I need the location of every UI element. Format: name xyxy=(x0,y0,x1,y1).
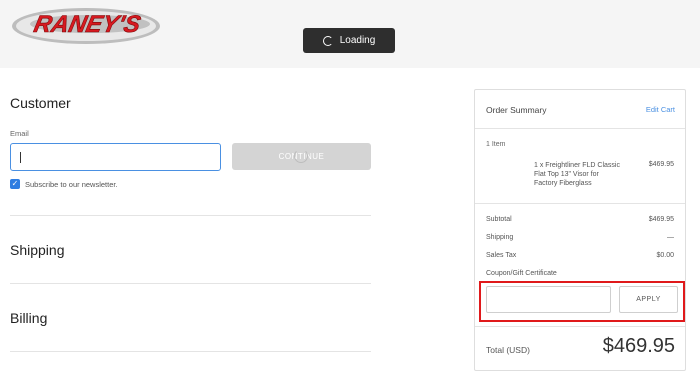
continue-button[interactable]: CONTINUE xyxy=(232,143,371,170)
item-line: 1 x Freightliner FLD Classic xyxy=(534,162,620,169)
section-divider xyxy=(10,215,371,216)
items-count: 1 Item xyxy=(486,141,506,148)
sales-tax-value: $0.00 xyxy=(656,252,674,259)
newsletter-option[interactable]: ✓ Subscribe to our newsletter. xyxy=(10,179,118,189)
loading-spinner-icon xyxy=(294,149,308,163)
header: RANEY'S Loading xyxy=(0,0,700,68)
shipping-title[interactable]: Shipping xyxy=(10,242,65,258)
order-summary: Order Summary Edit Cart 1 Item 1 x Freig… xyxy=(474,89,686,371)
coupon-input[interactable] xyxy=(486,286,611,313)
summary-divider xyxy=(475,203,685,204)
edit-cart-link[interactable]: Edit Cart xyxy=(646,105,675,114)
item-line: Flat Top 13" Visor for xyxy=(534,171,599,178)
coupon-label: Coupon/Gift Certificate xyxy=(486,270,557,277)
text-caret xyxy=(20,152,21,163)
subtotal-value: $469.95 xyxy=(648,216,674,223)
email-input[interactable] xyxy=(10,143,221,171)
newsletter-checkbox[interactable]: ✓ xyxy=(10,179,20,189)
spinner-icon xyxy=(322,35,333,46)
newsletter-label: Subscribe to our newsletter. xyxy=(25,179,118,189)
total-label: Total (USD) xyxy=(486,345,530,355)
subtotal-label: Subtotal xyxy=(486,216,512,223)
email-label: Email xyxy=(10,129,29,138)
shipping-cost-value: — xyxy=(667,234,674,241)
shipping-cost-label: Shipping xyxy=(486,234,514,241)
order-summary-title: Order Summary xyxy=(486,105,547,115)
summary-divider xyxy=(475,128,685,129)
total-value: $469.95 xyxy=(602,335,675,357)
section-divider xyxy=(10,283,371,284)
sales-tax-label: Sales Tax xyxy=(486,252,517,259)
summary-divider xyxy=(475,326,685,327)
customer-title: Customer xyxy=(10,95,71,111)
cart-item-description: 1 x Freightliner FLD Classic Flat Top 13… xyxy=(534,161,630,188)
svg-text:RANEY'S: RANEY'S xyxy=(32,11,143,38)
billing-title[interactable]: Billing xyxy=(10,310,47,326)
raneys-logo[interactable]: RANEY'S xyxy=(10,2,162,46)
section-divider xyxy=(10,351,371,352)
item-price: $469.95 xyxy=(648,161,674,168)
apply-coupon-button[interactable]: APPLY xyxy=(619,286,678,313)
loading-indicator: Loading xyxy=(303,28,395,53)
item-line: Factory Fiberglass xyxy=(534,180,592,187)
loading-label: Loading xyxy=(339,35,376,46)
